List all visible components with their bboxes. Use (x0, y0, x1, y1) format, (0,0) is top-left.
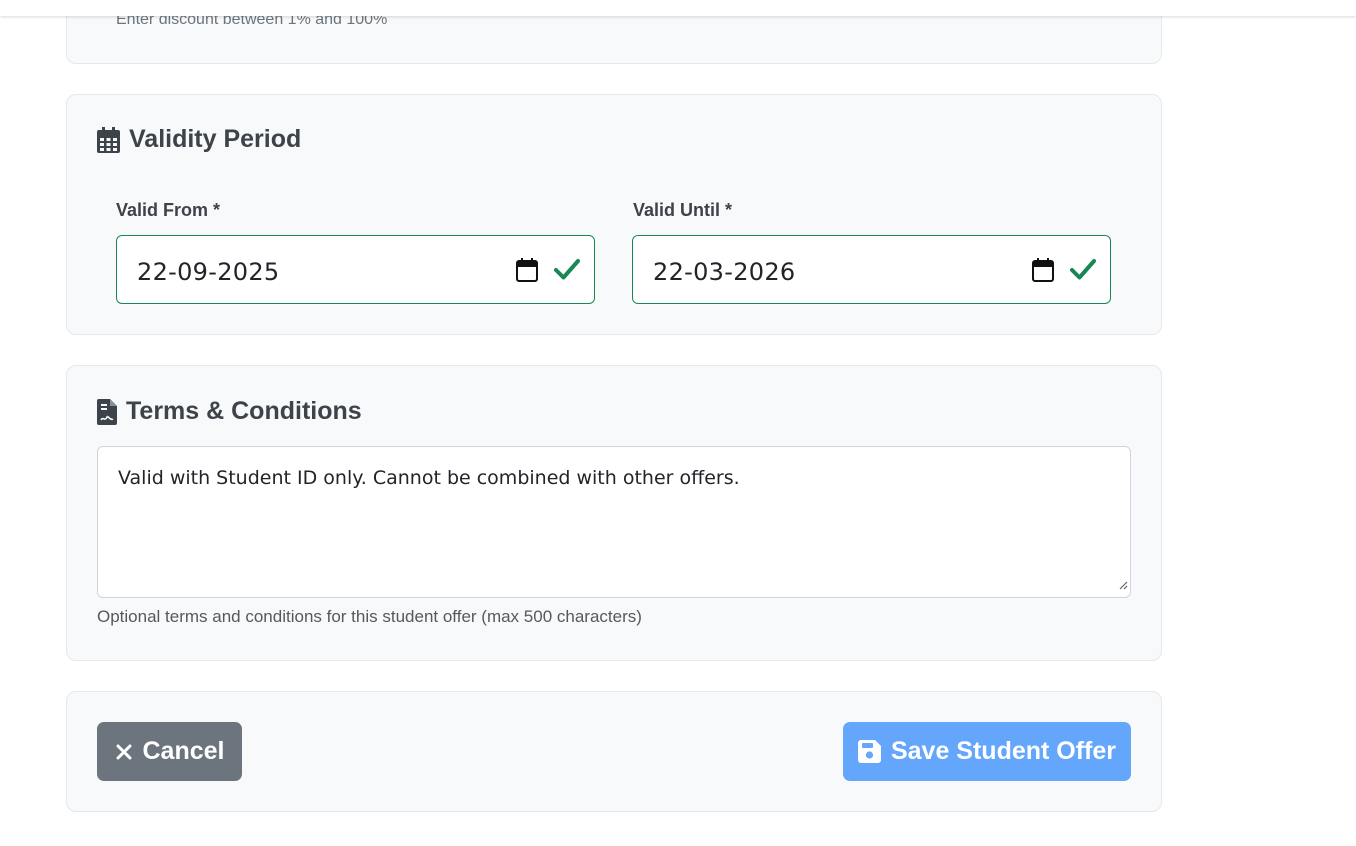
terms-conditions-section: Terms & Conditions Valid with Student ID… (66, 365, 1162, 661)
calendar-picker-icon[interactable] (1032, 258, 1054, 287)
terms-heading: Terms & Conditions (97, 397, 362, 426)
terms-textarea[interactable]: Valid with Student ID only. Cannot be co… (97, 446, 1131, 598)
valid-until-value: 22-03-2026 (653, 258, 796, 286)
validity-period-heading: Validity Period (97, 125, 301, 154)
valid-until-label: Valid Until * (633, 200, 733, 220)
validity-period-title: Validity Period (129, 125, 302, 153)
top-bar (0, 0, 1356, 16)
validity-period-section: Validity Period Valid From * 22-09-2025 … (66, 94, 1162, 335)
valid-from-value: 22-09-2025 (137, 258, 280, 286)
document-icon (97, 398, 117, 425)
terms-title: Terms & Conditions (126, 397, 362, 425)
save-student-offer-button[interactable]: Save Student Offer (843, 722, 1131, 781)
form-actions-section: Cancel Save Student Offer (66, 691, 1162, 812)
save-icon (857, 740, 881, 763)
close-icon (115, 743, 133, 761)
valid-until-input[interactable]: 22-03-2026 (632, 235, 1111, 304)
save-button-label: Save Student Offer (890, 737, 1117, 765)
calendar-picker-icon[interactable] (516, 258, 538, 287)
calendar-icon (97, 126, 120, 153)
cancel-button-label: Cancel (142, 737, 225, 765)
terms-textarea-value: Valid with Student ID only. Cannot be co… (118, 467, 740, 489)
valid-from-label: Valid From * (116, 200, 221, 220)
valid-check-icon (554, 257, 580, 286)
valid-check-icon (1070, 257, 1096, 286)
resize-handle-icon[interactable] (1118, 577, 1128, 595)
terms-help-text: Optional terms and conditions for this s… (97, 607, 642, 626)
cancel-button[interactable]: Cancel (97, 722, 242, 781)
valid-from-input[interactable]: 22-09-2025 (116, 235, 595, 304)
